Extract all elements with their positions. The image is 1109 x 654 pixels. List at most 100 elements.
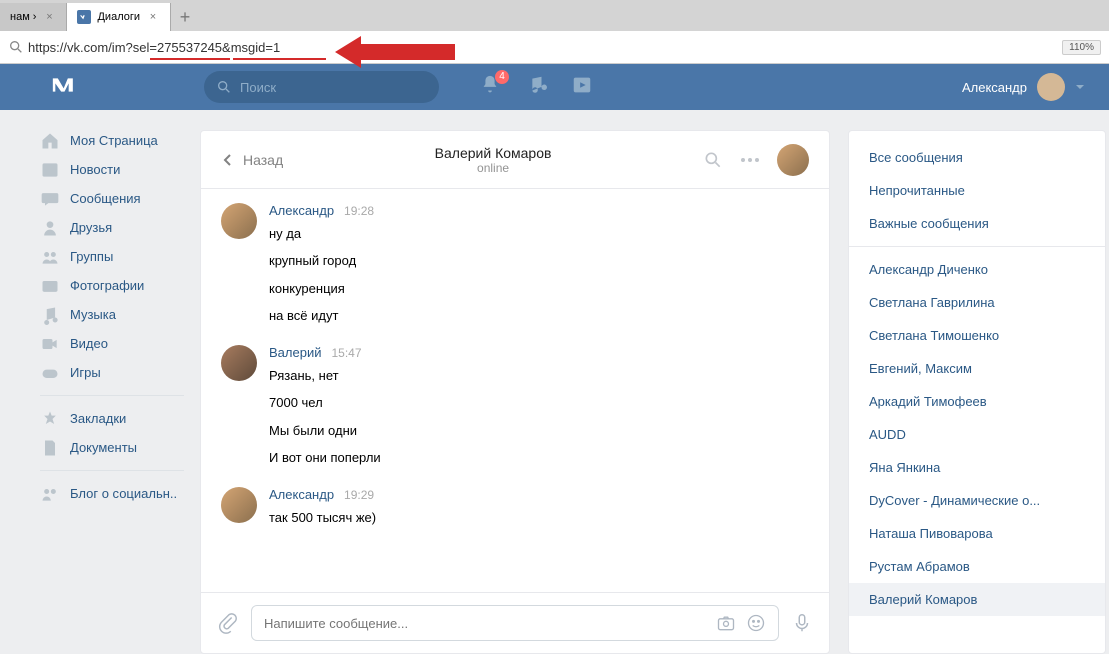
contact-item[interactable]: Светлана Тимошенко — [849, 319, 1105, 352]
browser-tab[interactable]: нам › × — [0, 3, 67, 31]
nav-label: Новости — [70, 162, 120, 177]
nav-home[interactable]: Моя Страница — [40, 126, 200, 155]
contact-item[interactable]: Светлана Гаврилина — [849, 286, 1105, 319]
notifications-button[interactable]: 4 — [479, 74, 501, 101]
message-body: Валерий 15:47 Рязань, нет 7000 чел Мы бы… — [269, 345, 809, 471]
nav-music[interactable]: Музыка — [40, 300, 200, 329]
nav-blog[interactable]: Блог о социальн.. — [40, 479, 200, 508]
browser-tab[interactable]: Диалоги × — [67, 3, 171, 31]
search-input[interactable] — [240, 80, 427, 95]
filter-item[interactable]: Важные сообщения — [849, 207, 1105, 240]
url-bar: 110% — [0, 31, 1109, 64]
zoom-indicator[interactable]: 110% — [1062, 40, 1101, 55]
mic-icon[interactable] — [791, 612, 813, 634]
separator — [40, 470, 184, 471]
close-icon[interactable]: × — [42, 10, 56, 24]
avatar — [1037, 73, 1065, 101]
url-input[interactable] — [28, 40, 1058, 55]
nav-photos[interactable]: Фотографии — [40, 271, 200, 300]
messages-icon — [40, 189, 60, 209]
nav-label: Блог о социальн.. — [70, 486, 177, 501]
contact-item[interactable]: Аркадий Тимофеев — [849, 385, 1105, 418]
video-icon — [40, 334, 60, 354]
left-nav: Моя Страница Новости Сообщения Друзья Группы… — [0, 110, 200, 654]
nav-label: Музыка — [70, 307, 116, 322]
annotation-arrow — [335, 34, 455, 70]
message-author[interactable]: Александр — [269, 487, 334, 502]
avatar[interactable] — [777, 144, 809, 176]
contact-item[interactable]: Яна Янкина — [849, 451, 1105, 484]
avatar[interactable] — [221, 487, 257, 523]
header-icons: 4 — [479, 74, 593, 101]
emoji-icon[interactable] — [746, 613, 766, 633]
attach-icon[interactable] — [217, 612, 239, 634]
contact-item[interactable]: DyCover - Динамические о... — [849, 484, 1105, 517]
message: Александр 19:29 так 500 тысяч же) — [221, 487, 809, 531]
dialog-title[interactable]: Валерий Комаров — [283, 145, 703, 161]
right-panel: Все сообщенияНепрочитанныеВажные сообщен… — [848, 130, 1106, 654]
avatar[interactable] — [221, 345, 257, 381]
vk-logo[interactable] — [50, 75, 84, 100]
news-icon — [40, 160, 60, 180]
close-icon[interactable]: × — [146, 10, 160, 24]
dialog-status: online — [283, 161, 703, 175]
groups-icon — [40, 247, 60, 267]
avatar[interactable] — [221, 203, 257, 239]
composer-input-wrap[interactable] — [251, 605, 779, 641]
back-label: Назад — [243, 152, 283, 168]
music-icon — [40, 305, 60, 325]
nav-messages[interactable]: Сообщения — [40, 184, 200, 213]
bookmark-icon — [40, 409, 60, 429]
vk-header: 4 Александр — [0, 64, 1109, 110]
message-composer — [201, 592, 829, 653]
nav-news[interactable]: Новости — [40, 155, 200, 184]
nav-video[interactable]: Видео — [40, 329, 200, 358]
nav-groups[interactable]: Группы — [40, 242, 200, 271]
user-menu[interactable]: Александр — [962, 73, 1085, 101]
back-button[interactable]: Назад — [221, 152, 283, 168]
message-time: 19:28 — [344, 204, 374, 218]
nav-label: Закладки — [70, 411, 126, 426]
nav-label: Друзья — [70, 220, 112, 235]
contact-item[interactable]: Евгений, Максим — [849, 352, 1105, 385]
filter-item[interactable]: Все сообщения — [849, 141, 1105, 174]
more-icon[interactable] — [741, 158, 759, 162]
contact-item[interactable]: Александр Диченко — [849, 253, 1105, 286]
composer-input[interactable] — [264, 616, 706, 631]
dialog-title-box: Валерий Комаров online — [283, 145, 703, 175]
page-body: Моя Страница Новости Сообщения Друзья Группы… — [0, 110, 1109, 654]
separator — [40, 395, 184, 396]
message-text: Рязань, нет 7000 чел Мы были одни И вот … — [269, 362, 809, 471]
search-icon — [216, 79, 232, 95]
search-icon — [8, 39, 24, 55]
contact-item[interactable]: Рустам Абрамов — [849, 550, 1105, 583]
nav-label: Игры — [70, 365, 101, 380]
photos-icon — [40, 276, 60, 296]
contact-item[interactable]: AUDD — [849, 418, 1105, 451]
filter-item[interactable]: Непрочитанные — [849, 174, 1105, 207]
chevron-down-icon — [1075, 80, 1085, 95]
camera-icon[interactable] — [716, 613, 736, 633]
message-author[interactable]: Валерий — [269, 345, 321, 360]
tab-title: Диалоги — [97, 11, 140, 23]
nav-bookmark[interactable]: Закладки — [40, 404, 200, 433]
annotation-underline — [233, 58, 326, 60]
nav-label: Фотографии — [70, 278, 144, 293]
header-search[interactable] — [204, 71, 439, 103]
nav-games[interactable]: Игры — [40, 358, 200, 387]
message: Валерий 15:47 Рязань, нет 7000 чел Мы бы… — [221, 345, 809, 471]
message: Александр 19:28 ну да крупный город конк… — [221, 203, 809, 329]
chevron-left-icon — [221, 153, 235, 167]
contact-item[interactable]: Валерий Комаров — [849, 583, 1105, 616]
contact-item[interactable]: Наташа Пивоварова — [849, 517, 1105, 550]
nav-friends[interactable]: Друзья — [40, 213, 200, 242]
new-tab-button[interactable]: + — [171, 3, 199, 31]
music-icon — [525, 74, 547, 96]
music-button[interactable] — [525, 74, 547, 101]
search-icon[interactable] — [703, 150, 723, 170]
nav-label: Сообщения — [70, 191, 141, 206]
message-author[interactable]: Александр — [269, 203, 334, 218]
message-body: Александр 19:29 так 500 тысяч же) — [269, 487, 809, 531]
nav-doc[interactable]: Документы — [40, 433, 200, 462]
video-button[interactable] — [571, 74, 593, 101]
